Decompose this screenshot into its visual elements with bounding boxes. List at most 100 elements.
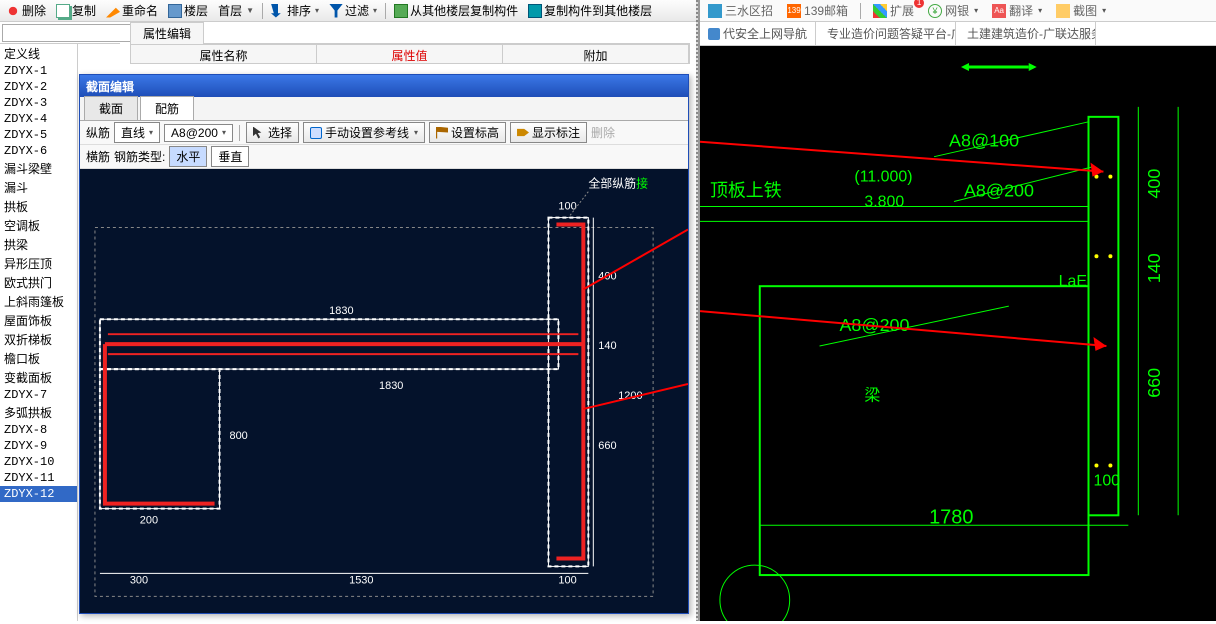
- svg-text:(11.000): (11.000): [854, 169, 912, 186]
- rebar-spec-input[interactable]: A8@200▾: [164, 124, 233, 142]
- rename-button[interactable]: 重命名: [102, 1, 162, 21]
- delete-button[interactable]: 删除: [2, 1, 50, 21]
- rebar-type-label: 钢筋类型:: [114, 148, 165, 165]
- bookmark-sanshui[interactable]: 三水区招: [704, 2, 777, 19]
- separator: [262, 3, 263, 19]
- tree-item[interactable]: 异形压顶: [0, 254, 77, 273]
- separator: [239, 125, 240, 141]
- tree-item[interactable]: 檐口板: [0, 349, 77, 368]
- copy-from-layer-button[interactable]: 从其他楼层复制构件: [390, 1, 522, 21]
- translate-button[interactable]: Aa翻译▾: [988, 2, 1046, 19]
- screenshot-button[interactable]: 截图▾: [1052, 2, 1110, 19]
- svg-text:660: 660: [1144, 368, 1164, 398]
- svg-text:200: 200: [140, 515, 158, 527]
- manual-ref-button[interactable]: 手动设置参考线▾: [303, 122, 425, 143]
- bookmark-139mail[interactable]: 139139邮箱: [783, 2, 852, 19]
- sort-label: 排序: [287, 2, 311, 19]
- set-elev-button[interactable]: 设置标高: [429, 122, 506, 143]
- tree-item[interactable]: ZDYX-10: [0, 454, 77, 470]
- copy-icon: [56, 4, 70, 18]
- tab-property-edit[interactable]: 属性编辑: [130, 22, 204, 44]
- browser-panel: 三水区招 139139邮箱 扩展 ¥网银▾ Aa翻译▾ 截图▾ 代安全上网导航 …: [698, 0, 1216, 621]
- tree-item[interactable]: ZDYX-6: [0, 143, 77, 159]
- svg-text:140: 140: [598, 340, 616, 352]
- tree-item[interactable]: 漏斗梁壁: [0, 159, 77, 178]
- layer-label: 楼层: [184, 2, 208, 19]
- tab-label: 土建建筑造价-广联达服务: [967, 25, 1096, 42]
- tab-label: 专业造价问题答疑平台-广联达: [827, 25, 956, 42]
- translate-icon: Aa: [992, 4, 1006, 18]
- tree-item[interactable]: ZDYX-7: [0, 387, 77, 403]
- tree-item[interactable]: ZDYX-9: [0, 438, 77, 454]
- tab-section[interactable]: 截面: [84, 96, 138, 120]
- chevron-down-icon: ▾: [373, 6, 377, 15]
- browser-tab[interactable]: 土建建筑造价-广联达服务: [956, 22, 1096, 45]
- ss-label: 截图: [1073, 2, 1097, 19]
- bank-button[interactable]: ¥网银▾: [924, 2, 982, 19]
- select-button[interactable]: 选择: [246, 122, 299, 143]
- section-canvas[interactable]: 100 1830 400 140 660 1200 800 200 300 15…: [80, 169, 688, 613]
- tree-item[interactable]: ZDYX-3: [0, 95, 77, 111]
- copy-button[interactable]: 复制: [52, 1, 100, 21]
- layer-button[interactable]: 楼层: [164, 1, 212, 21]
- tab-rebar[interactable]: 配筋: [140, 96, 194, 120]
- floor-dropdown[interactable]: 首层▼: [214, 1, 258, 21]
- horiz-button[interactable]: 水平: [169, 146, 207, 167]
- filter-label: 过滤: [345, 2, 369, 19]
- tree-item[interactable]: 屋面饰板: [0, 311, 77, 330]
- tree-item[interactable]: 上斜雨篷板: [0, 292, 77, 311]
- anno-label: 显示标注: [532, 124, 580, 141]
- svg-text:顶板上铁: 顶板上铁: [710, 181, 782, 201]
- rename-icon: [106, 4, 120, 18]
- copy-to-layer-button[interactable]: 复制构件到其他楼层: [524, 1, 656, 21]
- tree-item[interactable]: 拱板: [0, 197, 77, 216]
- filter-icon: [329, 4, 343, 18]
- tree-item[interactable]: 欧式拱门: [0, 273, 77, 292]
- delete-icon: [6, 4, 20, 18]
- svg-text:660: 660: [598, 440, 616, 452]
- rebar-row-1: 纵筋 直线▾ A8@200▾ 选择 手动设置参考线▾ 设置标高 显示标注 删除: [80, 121, 688, 145]
- component-tree: 定义线ZDYX-1ZDYX-2ZDYX-3ZDYX-4ZDYX-5ZDYX-6漏…: [0, 44, 78, 621]
- svg-text:3.800: 3.800: [864, 193, 904, 210]
- rename-label: 重命名: [122, 2, 158, 19]
- copy-to-label: 复制构件到其他楼层: [544, 2, 652, 19]
- tree-item[interactable]: 拱梁: [0, 235, 77, 254]
- extensions-button[interactable]: 扩展: [869, 2, 918, 19]
- main-toolbar: 删除 复制 重命名 楼层 首层▼ 排序▾ 过滤 ▾ 从其他楼层复制构件 复制构件到…: [0, 0, 700, 22]
- svg-text:1530: 1530: [349, 574, 373, 586]
- section-tabs: 截面 配筋: [80, 97, 688, 121]
- separator: [385, 3, 386, 19]
- tree-item[interactable]: ZDYX-8: [0, 422, 77, 438]
- bm-label: 139邮箱: [804, 2, 848, 19]
- tree-item[interactable]: 双折梯板: [0, 330, 77, 349]
- tree-item[interactable]: 漏斗: [0, 178, 77, 197]
- cad-viewport[interactable]: 顶板上铁 (11.000) 3.800 A8@100 A8@200 LaE A8…: [700, 46, 1216, 621]
- tree-item[interactable]: ZDYX-5: [0, 127, 77, 143]
- tree-item[interactable]: 空调板: [0, 216, 77, 235]
- tree-item[interactable]: ZDYX-2: [0, 79, 77, 95]
- tree-item[interactable]: 变截面板: [0, 368, 77, 387]
- line-type-dropdown[interactable]: 直线▾: [114, 122, 160, 143]
- tree-item[interactable]: 定义线: [0, 44, 77, 63]
- browser-tab[interactable]: 专业造价问题答疑平台-广联达×: [816, 22, 956, 45]
- cursor-icon: [253, 127, 265, 139]
- svg-text:全部纵筋接: 全部纵筋接: [588, 176, 648, 191]
- tab-icon: [708, 28, 720, 40]
- separator: [860, 3, 861, 19]
- browser-toolbar: 三水区招 139139邮箱 扩展 ¥网银▾ Aa翻译▾ 截图▾: [700, 0, 1216, 22]
- layer-icon: [168, 4, 182, 18]
- browser-tab[interactable]: 代安全上网导航: [700, 22, 816, 45]
- vert-button[interactable]: 垂直: [211, 146, 249, 167]
- filter-button[interactable]: 过滤 ▾: [325, 1, 381, 21]
- tree-item[interactable]: ZDYX-11: [0, 470, 77, 486]
- show-anno-button[interactable]: 显示标注: [510, 122, 587, 143]
- delete-rebar-button[interactable]: 删除: [591, 124, 615, 141]
- tree-item[interactable]: ZDYX-12: [0, 486, 77, 502]
- window-title[interactable]: 截面编辑: [80, 75, 688, 97]
- tree-item[interactable]: ZDYX-4: [0, 111, 77, 127]
- tree-item[interactable]: ZDYX-1: [0, 63, 77, 79]
- copy-from-label: 从其他楼层复制构件: [410, 2, 518, 19]
- sort-button[interactable]: 排序▾: [267, 1, 323, 21]
- tree-item[interactable]: 多弧拱板: [0, 403, 77, 422]
- tab-label: 代安全上网导航: [723, 25, 807, 42]
